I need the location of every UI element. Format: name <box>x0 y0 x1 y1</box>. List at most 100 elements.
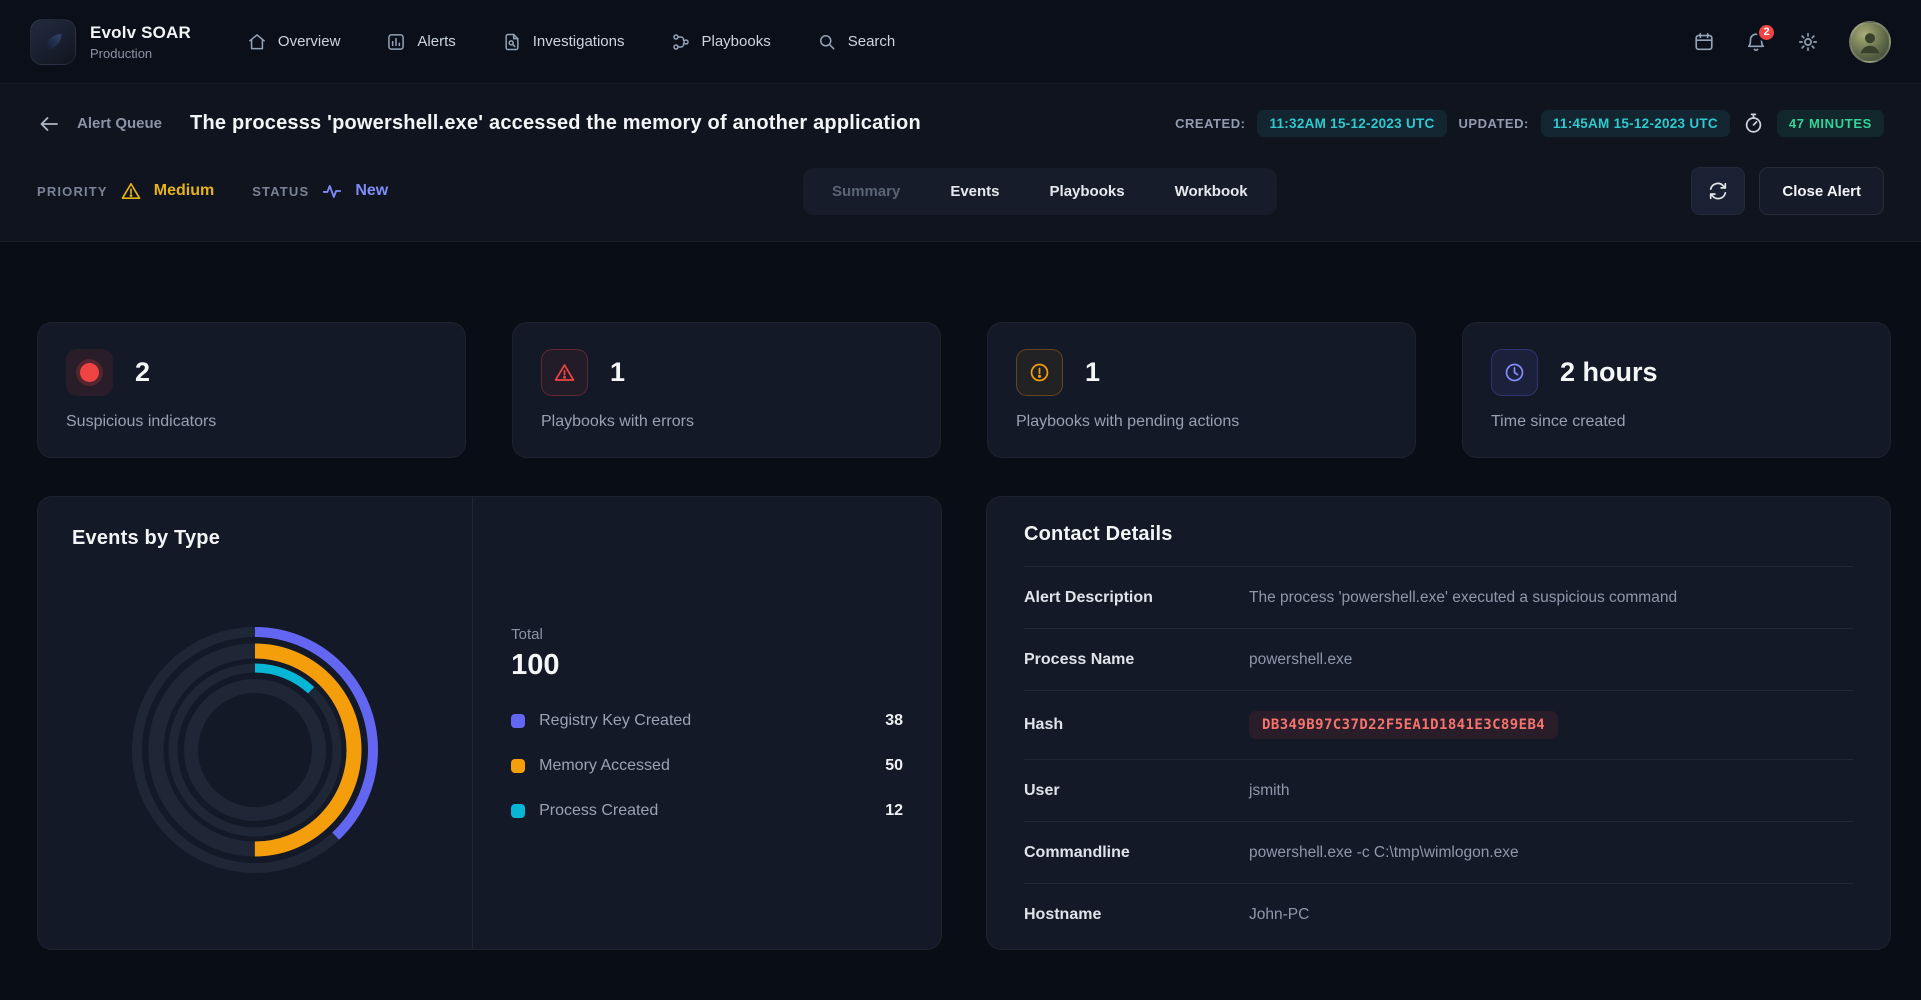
stopwatch-icon <box>1742 112 1765 135</box>
donut-chart-svg <box>105 600 405 900</box>
hash-badge[interactable]: DB349B97C37D22F5EA1D1841E3C89EB4 <box>1249 711 1558 739</box>
app-logo-icon[interactable] <box>30 19 76 65</box>
table-row: Hostname John-PC <box>1024 883 1853 945</box>
donut-chart <box>38 550 472 949</box>
tab-summary[interactable]: Summary <box>808 173 924 210</box>
main-content: 2 Suspicious indicators 1 Playbooks with… <box>0 242 1921 950</box>
nav-item-alerts[interactable]: Alerts <box>386 32 455 52</box>
page-title: The processs 'powershell.exe' accessed t… <box>190 112 921 135</box>
legend-value: 38 <box>885 712 903 730</box>
alert-meta: CREATED: 11:32AM 15-12-2023 UTC UPDATED:… <box>1175 110 1884 137</box>
legend-value: 12 <box>885 802 903 820</box>
detail-value: powershell.exe <box>1249 651 1853 669</box>
alert-title-row: Alert Queue The processs 'powershell.exe… <box>37 110 1884 137</box>
nav-item-playbooks[interactable]: Playbooks <box>671 32 771 52</box>
stat-top: 1 <box>541 349 912 396</box>
environment-label: Production <box>90 46 191 61</box>
leaf-logo-icon <box>40 29 66 55</box>
alert-tabs: Summary Events Playbooks Workbook <box>803 168 1277 215</box>
red-dot-icon <box>66 349 113 396</box>
detail-value: powershell.exe -c C:\tmp\wimlogon.exe <box>1249 844 1853 862</box>
details-table: Alert Description The process 'powershel… <box>1024 566 1853 945</box>
nav-label-investigations: Investigations <box>533 33 625 50</box>
table-row: Process Name powershell.exe <box>1024 628 1853 690</box>
nav-item-overview[interactable]: Overview <box>247 32 341 52</box>
search-icon <box>817 32 837 52</box>
legend-item[interactable]: Process Created 12 <box>511 802 903 820</box>
detail-label: Commandline <box>1024 844 1249 862</box>
updated-value: 11:45AM 15-12-2023 UTC <box>1541 110 1730 137</box>
elapsed-badge: 47 MINUTES <box>1777 110 1884 137</box>
calendar-button[interactable] <box>1693 31 1715 53</box>
nav-label-search: Search <box>848 33 896 50</box>
home-icon <box>247 32 267 52</box>
brand: Evolv SOAR Production <box>30 19 191 65</box>
detail-value: The process 'powershell.exe' executed a … <box>1249 589 1853 607</box>
stat-card-pending-actions: 1 Playbooks with pending actions <box>987 322 1416 458</box>
tab-events[interactable]: Events <box>926 173 1023 210</box>
workflow-icon <box>671 32 691 52</box>
legend-swatch <box>511 804 525 818</box>
legend-swatch <box>511 759 525 773</box>
table-row: User jsmith <box>1024 759 1853 821</box>
priority-label: PRIORITY <box>37 184 108 199</box>
detail-label: Alert Description <box>1024 589 1249 607</box>
warning-triangle-icon <box>120 180 142 202</box>
file-search-icon <box>502 32 522 52</box>
events-by-type-card: Events by Type Total 100 Registry Key Cr… <box>37 496 942 950</box>
legend-value: 50 <box>885 757 903 775</box>
person-icon <box>1855 27 1885 57</box>
updated-label: UPDATED: <box>1459 116 1529 131</box>
nav-item-search[interactable]: Search <box>817 32 896 52</box>
tab-playbooks[interactable]: Playbooks <box>1026 173 1149 210</box>
nav-label-alerts: Alerts <box>417 33 455 50</box>
alert-triangle-icon <box>541 349 588 396</box>
details-card-title: Contact Details <box>1024 523 1853 546</box>
nav-item-investigations[interactable]: Investigations <box>502 32 625 52</box>
legend-swatch <box>511 714 525 728</box>
stat-label: Time since created <box>1491 413 1862 431</box>
stat-card-playbooks-errors: 1 Playbooks with errors <box>512 322 941 458</box>
alert-circle-icon <box>1016 349 1063 396</box>
brand-text: Evolv SOAR Production <box>90 23 191 61</box>
notification-badge: 2 <box>1757 23 1776 42</box>
legend-item[interactable]: Registry Key Created 38 <box>511 712 903 730</box>
stats-row: 2 Suspicious indicators 1 Playbooks with… <box>37 322 1891 458</box>
activity-pulse-icon <box>321 180 343 202</box>
close-alert-button[interactable]: Close Alert <box>1759 167 1884 215</box>
bar-chart-icon <box>386 32 406 52</box>
settings-button[interactable] <box>1797 31 1819 53</box>
back-button[interactable] <box>37 112 61 136</box>
legend-name: Process Created <box>539 802 658 820</box>
breadcrumb[interactable]: Alert Queue <box>77 115 162 132</box>
detail-label: Hostname <box>1024 906 1249 924</box>
detail-label: Hash <box>1024 716 1249 734</box>
legend-name: Registry Key Created <box>539 712 691 730</box>
stat-top: 1 <box>1016 349 1387 396</box>
gear-icon <box>1797 31 1819 53</box>
total-value: 100 <box>511 649 903 682</box>
stat-label: Playbooks with pending actions <box>1016 413 1387 431</box>
stat-top: 2 <box>66 349 437 396</box>
refresh-button[interactable] <box>1691 167 1745 215</box>
table-row: Commandline powershell.exe -c C:\tmp\wim… <box>1024 821 1853 883</box>
nav-right-actions: 2 <box>1693 21 1891 63</box>
stat-value: 2 hours <box>1560 357 1658 388</box>
created-label: CREATED: <box>1175 116 1245 131</box>
created-value: 11:32AM 15-12-2023 UTC <box>1257 110 1446 137</box>
legend-name: Memory Accessed <box>539 757 670 775</box>
user-avatar[interactable] <box>1849 21 1891 63</box>
priority-status-group: PRIORITY Medium STATUS New <box>37 180 388 202</box>
refresh-icon <box>1707 180 1729 202</box>
notifications-button[interactable]: 2 <box>1745 31 1767 53</box>
legend-item[interactable]: Memory Accessed 50 <box>511 757 903 775</box>
clock-icon <box>1491 349 1538 396</box>
stat-top: 2 hours <box>1491 349 1862 396</box>
detail-value: John-PC <box>1249 906 1853 924</box>
tab-workbook[interactable]: Workbook <box>1151 173 1272 210</box>
top-nav: Evolv SOAR Production Overview Alerts In… <box>0 0 1921 84</box>
detail-value: DB349B97C37D22F5EA1D1841E3C89EB4 <box>1249 711 1853 739</box>
priority-status-row: PRIORITY Medium STATUS New Summary Event… <box>37 167 1884 215</box>
stat-value: 1 <box>1085 357 1100 388</box>
stat-card-time-since-created: 2 hours Time since created <box>1462 322 1891 458</box>
